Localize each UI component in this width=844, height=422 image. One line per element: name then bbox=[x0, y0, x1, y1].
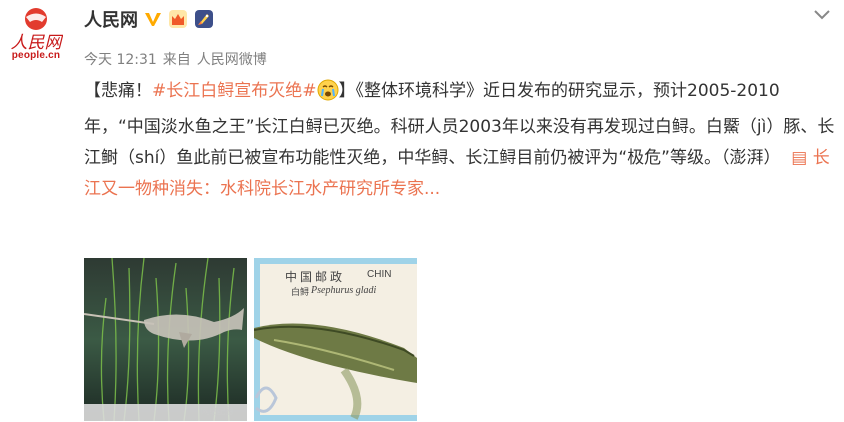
post-source[interactable]: 人民网微博 bbox=[197, 49, 267, 69]
image-caption: 网络配图 bbox=[201, 407, 233, 416]
hashtag-link[interactable]: #长江白鲟宣布灭绝# bbox=[152, 81, 317, 101]
from-label: 来自 bbox=[162, 52, 191, 68]
people-daily-logo-icon: 人民网 bbox=[11, 8, 63, 52]
stamp-country-cn: 中国邮政 bbox=[285, 270, 346, 284]
avatar[interactable]: 人民网 people.cn bbox=[0, 0, 72, 72]
name-row: 人民网 bbox=[84, 4, 214, 34]
post-time[interactable]: 今天 12:31 bbox=[84, 49, 157, 69]
crying-emoji-icon bbox=[317, 79, 339, 112]
post-bracket-close: 】 bbox=[338, 81, 356, 101]
post-image-2[interactable]: 中国邮政 CHIN 白鲟 Psephurus gladi bbox=[254, 258, 417, 421]
paddlefish-photo bbox=[84, 258, 247, 421]
post-text: 【悲痛！#长江白鲟宣布灭绝# 】《整体环境科学》近日发布的研究显示，预计2005… bbox=[84, 76, 836, 205]
verified-v-icon[interactable] bbox=[144, 11, 162, 27]
crown-icon[interactable] bbox=[168, 9, 188, 29]
post-prefix: 【悲痛！ bbox=[84, 81, 152, 101]
avatar-domain: people.cn bbox=[11, 50, 61, 61]
stamp-species-cn: 白鲟 bbox=[291, 288, 310, 298]
article-link-icon[interactable]: ▤ bbox=[791, 148, 807, 168]
post-image-1[interactable]: 网络配图 bbox=[84, 258, 247, 421]
chevron-down-icon[interactable] bbox=[812, 4, 832, 28]
account-name[interactable]: 人民网 bbox=[84, 6, 138, 32]
stamp-species-latin: Psephurus gladi bbox=[311, 285, 377, 296]
post-meta: 今天 12:31 来自 人民网微博 bbox=[84, 49, 267, 69]
stamp-country-en: CHIN bbox=[367, 269, 392, 280]
rocket-icon[interactable] bbox=[194, 9, 214, 29]
